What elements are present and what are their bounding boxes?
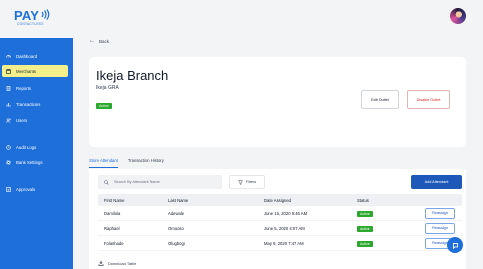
sidebar-item-approvals[interactable]: Approvals	[2, 183, 68, 195]
date-assigned-cell: June 5, 2020 4:07 AM	[264, 225, 305, 231]
first-name-cell: Folashade	[104, 240, 124, 246]
tab-bar: Store Attendant Transaction History	[89, 158, 174, 168]
sidebar-item-label: Reports	[16, 85, 32, 91]
table-row: Raphael Omuoso June 5, 2020 4:07 AM Acti…	[98, 221, 462, 236]
filter-icon	[237, 180, 243, 185]
transactions-icon	[6, 102, 11, 107]
table-header: First Name Last Name Date Assigned Statu…	[98, 194, 462, 206]
status-badge: Active	[357, 225, 373, 232]
sidebar-item-label: Transactions	[16, 101, 41, 107]
last-name-cell: Olugbogi	[168, 240, 185, 246]
back-arrow-icon: ←	[89, 38, 95, 44]
user-avatar[interactable]	[450, 8, 466, 24]
status-badge: Active	[357, 210, 373, 217]
column-header: Last Name	[168, 197, 189, 203]
back-label: Back	[99, 38, 110, 44]
first-name-cell: Damilola	[104, 210, 121, 216]
sidebar-item-label: Dashboard	[16, 53, 38, 59]
audit-icon	[6, 144, 11, 150]
sidebar-item-label: Approvals	[16, 186, 36, 192]
column-header: Status	[357, 197, 369, 203]
filters-button[interactable]: Filters	[229, 175, 265, 189]
last-name-cell: Adewale	[168, 210, 185, 216]
tab-store-attendant[interactable]: Store Attendant	[89, 158, 118, 168]
dashboard-icon	[6, 54, 11, 59]
reassign-button[interactable]: Reassign	[425, 222, 455, 234]
search-box	[98, 175, 222, 189]
sidebar-item-label: Audit Logs	[16, 144, 37, 150]
reports-icon	[6, 85, 11, 91]
chat-button[interactable]	[447, 237, 463, 253]
sidebar-item-label: Bank Settings	[16, 159, 43, 165]
chat-icon	[452, 242, 458, 249]
back-link[interactable]: ← Back	[89, 38, 109, 44]
date-assigned-cell: May 9, 2020 7:47 AM	[264, 240, 304, 246]
sidebar-item-reports[interactable]: Reports	[2, 82, 68, 94]
download-label: Download Table	[108, 260, 137, 266]
users-icon	[6, 117, 11, 123]
sidebar-item-bank-settings[interactable]: Bank Settings	[2, 156, 68, 168]
column-header: Date Assigned	[264, 197, 292, 203]
status-badge: Active	[357, 240, 373, 247]
page-title: Ikeja Branch	[96, 68, 169, 83]
brand-logo[interactable]: PAY CONTACTLESS	[14, 9, 64, 31]
table-row: Folashade Olugbogi May 9, 2020 7:47 AM A…	[98, 236, 462, 251]
table-row: Damilola Adewale June 15, 2020 9:46 AM A…	[98, 206, 462, 221]
branch-header-card: Ikeja Branch Ikeja GRA Active Edit Outle…	[89, 57, 466, 147]
column-header: First Name	[104, 197, 125, 203]
add-attendant-button[interactable]: Add Attendant	[411, 175, 462, 189]
sidebar-item-merchants[interactable]: Merchants	[2, 65, 68, 77]
search-icon	[104, 179, 109, 185]
top-bar: PAY CONTACTLESS	[0, 0, 483, 38]
date-assigned-cell: June 15, 2020 9:46 AM	[264, 210, 308, 216]
logo-subtext: CONTACTLESS	[17, 22, 44, 26]
sidebar-item-audit-logs[interactable]: Audit Logs	[2, 141, 68, 153]
last-name-cell: Omuoso	[168, 225, 184, 231]
sidebar-item-label: Users	[16, 117, 28, 123]
approvals-icon	[6, 186, 11, 192]
tab-transaction-history[interactable]: Transaction History	[128, 158, 164, 168]
attendant-card: Filters Add Attendant First Name Last Na…	[89, 169, 466, 269]
first-name-cell: Raphael	[104, 225, 120, 231]
logo-text: PAY	[14, 8, 40, 23]
sidebar-item-label: Merchants	[16, 68, 37, 74]
main-content: ← Back Ikeja Branch Ikeja GRA Active Edi…	[73, 38, 483, 269]
contactless-icon	[41, 9, 50, 20]
sidebar-item-transactions[interactable]: Transactions	[2, 98, 68, 110]
reassign-button[interactable]: Reassign	[425, 207, 455, 219]
edit-outlet-button[interactable]: Edit Outlet	[361, 90, 399, 109]
gear-icon	[6, 159, 11, 165]
download-icon	[98, 260, 104, 266]
sidebar-item-dashboard[interactable]: Dashboard	[2, 50, 68, 62]
status-badge: Active	[96, 103, 112, 109]
branch-location: Ikeja GRA	[96, 85, 119, 91]
disable-outlet-button[interactable]: Disable Outlet	[407, 90, 450, 109]
store-icon	[6, 68, 11, 74]
sidebar-item-users[interactable]: Users	[2, 114, 68, 126]
sidebar: Dashboard Merchants Reports Transactions…	[0, 38, 73, 269]
filters-label: Filters	[245, 180, 257, 184]
attendant-table: First Name Last Name Date Assigned Statu…	[98, 194, 462, 251]
search-input[interactable]	[114, 180, 214, 184]
download-table-link[interactable]: Download Table	[98, 260, 136, 266]
